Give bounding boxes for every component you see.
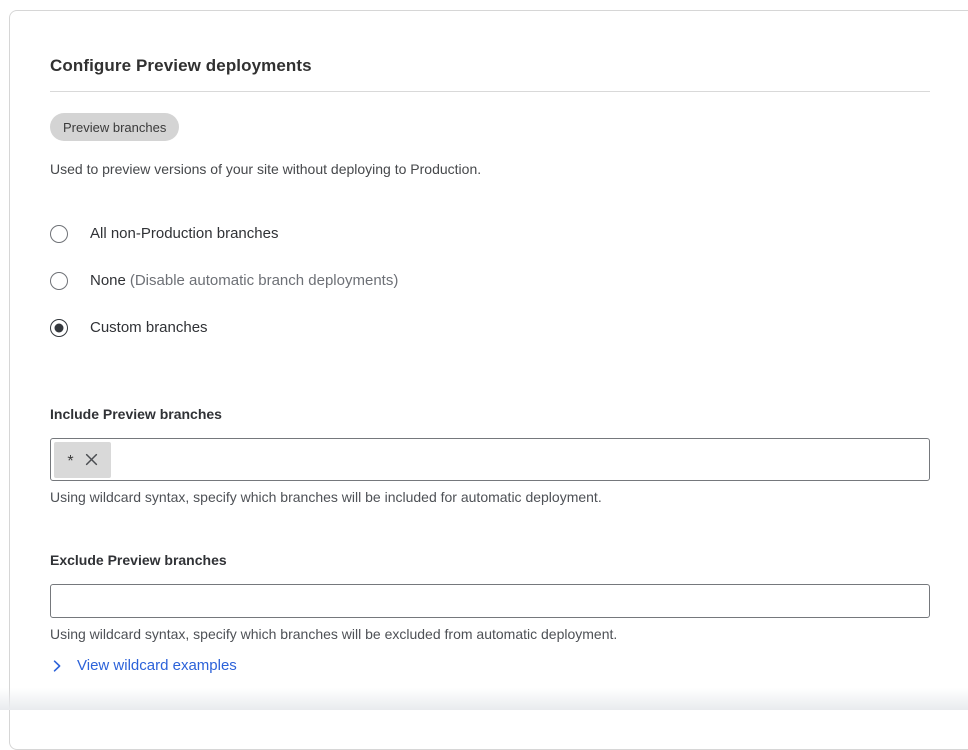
include-branches-label: Include Preview branches <box>50 406 930 422</box>
branch-deployment-radio-group: All non-Production branches None(Disable… <box>50 224 930 338</box>
radio-button-icon[interactable] <box>50 272 68 290</box>
radio-button-icon[interactable] <box>50 225 68 243</box>
settings-card: Configure Preview deployments Preview br… <box>9 10 968 750</box>
exclude-preview-branches-section: Exclude Preview branches Using wildcard … <box>50 552 930 643</box>
include-preview-branches-section: Include Preview branches * Using wildcar… <box>50 406 930 506</box>
section-description: Used to preview versions of your site wi… <box>50 159 930 179</box>
radio-option-label: All non-Production branches <box>90 225 278 242</box>
chevron-right-icon <box>50 659 64 673</box>
radio-option-all-non-production[interactable]: All non-Production branches <box>50 224 930 244</box>
radio-option-label: Custom branches <box>90 319 208 336</box>
exclude-branches-input[interactable] <box>50 584 930 618</box>
exclude-branches-helper-text: Using wildcard syntax, specify which bra… <box>50 625 930 643</box>
title-divider <box>50 91 930 92</box>
radio-option-none[interactable]: None(Disable automatic branch deployment… <box>50 271 930 291</box>
preview-branches-badge: Preview branches <box>50 113 179 141</box>
radio-option-label: None <box>90 272 126 289</box>
branch-tag-chip: * <box>54 442 111 478</box>
wildcard-link-label: View wildcard examples <box>77 657 237 674</box>
view-wildcard-examples-link[interactable]: View wildcard examples <box>50 657 237 674</box>
include-branches-helper-text: Using wildcard syntax, specify which bra… <box>50 488 930 506</box>
exclude-branches-label: Exclude Preview branches <box>50 552 930 568</box>
include-branches-input[interactable]: * <box>50 438 930 481</box>
tag-value: * <box>67 453 73 471</box>
radio-button-icon[interactable] <box>50 319 68 337</box>
page-title: Configure Preview deployments <box>50 54 930 78</box>
radio-option-custom-branches[interactable]: Custom branches <box>50 318 930 338</box>
remove-tag-icon[interactable] <box>85 453 98 466</box>
radio-option-secondary-label: (Disable automatic branch deployments) <box>130 272 398 289</box>
